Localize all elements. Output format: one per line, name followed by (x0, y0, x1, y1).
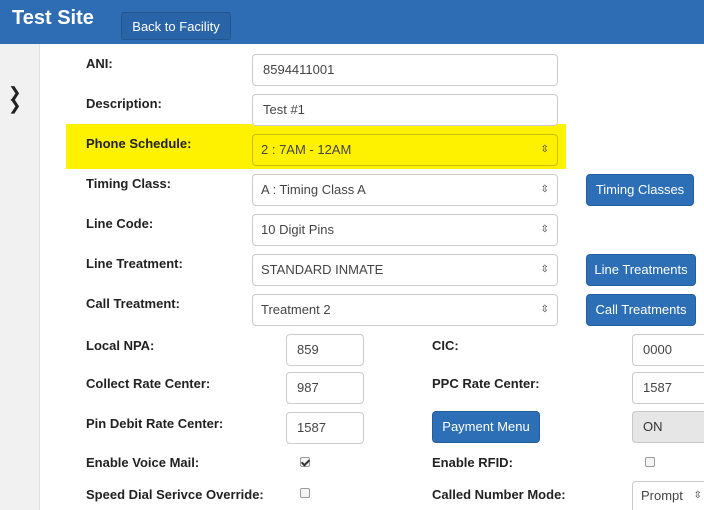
enable-rfid-checkbox[interactable] (645, 457, 655, 467)
call-treatments-button[interactable]: Call Treatments (586, 294, 696, 326)
enable-rfid-label: Enable RFID: (432, 455, 513, 470)
select-arrows-icon: ⇳ (540, 144, 549, 155)
site-title: Test Site (12, 7, 94, 29)
back-to-facility-button[interactable]: Back to Facility (121, 12, 231, 40)
description-label: Description: (86, 96, 162, 111)
ani-input[interactable]: 8594411001 (252, 54, 558, 86)
enable-voice-mail-checkbox[interactable] (300, 457, 310, 467)
payment-menu-toggle[interactable]: ON (632, 411, 704, 443)
line-code-value: 10 Digit Pins (261, 222, 334, 237)
description-input[interactable]: Test #1 (252, 94, 558, 126)
line-treatments-button[interactable]: Line Treatments (586, 254, 696, 286)
called-number-mode-value: Prompt (641, 488, 683, 503)
select-arrows-icon: ⇳ (693, 490, 702, 501)
line-code-select[interactable]: 10 Digit Pins ⇳ (252, 214, 558, 246)
call-treatment-select[interactable]: Treatment 2 ⇳ (252, 294, 558, 326)
select-arrows-icon: ⇳ (540, 184, 549, 195)
ppc-rate-center-label: PPC Rate Center: (432, 376, 540, 391)
collect-rate-center-label: Collect Rate Center: (86, 376, 211, 391)
line-treatment-label: Line Treatment: (86, 256, 183, 271)
select-arrows-icon: ⇳ (540, 304, 549, 315)
cic-input[interactable]: 0000 (632, 334, 704, 366)
speed-dial-override-label: Speed Dial Serivce Override: (86, 487, 264, 502)
call-treatment-label: Call Treatment: (86, 296, 180, 311)
local-npa-label: Local NPA: (86, 338, 155, 353)
called-number-mode-label: Called Number Mode: (432, 487, 566, 502)
select-arrows-icon: ⇳ (540, 224, 549, 235)
timing-classes-button[interactable]: Timing Classes (586, 174, 694, 206)
sidebar: ❯ ❯ (0, 44, 40, 510)
line-code-label: Line Code: (86, 216, 154, 231)
local-npa-input[interactable]: 859 (286, 334, 364, 366)
line-treatment-select[interactable]: STANDARD INMATE ⇳ (252, 254, 558, 286)
collect-rate-center-input[interactable]: 987 (286, 372, 364, 404)
ani-label: ANI: (86, 56, 113, 71)
timing-class-select[interactable]: A : Timing Class A ⇳ (252, 174, 558, 206)
timing-class-label: Timing Class: (86, 176, 172, 191)
enable-voice-mail-label: Enable Voice Mail: (86, 455, 200, 470)
phone-schedule-label: Phone Schedule: (86, 136, 192, 151)
cic-label: CIC: (432, 338, 459, 353)
timing-class-value: A : Timing Class A (261, 182, 366, 197)
pin-debit-rate-center-label: Pin Debit Rate Center: (86, 416, 224, 431)
called-number-mode-select[interactable]: Prompt ⇳ (632, 481, 704, 510)
speed-dial-override-checkbox[interactable] (300, 488, 310, 498)
line-treatment-value: STANDARD INMATE (261, 262, 384, 277)
top-header-bar: Test Site Back to Facility (0, 0, 704, 44)
phone-schedule-value: 2 : 7AM - 12AM (261, 142, 352, 157)
call-treatment-value: Treatment 2 (261, 302, 331, 317)
ppc-rate-center-input[interactable]: 1587 (632, 372, 704, 404)
payment-menu-button[interactable]: Payment Menu (432, 411, 540, 443)
select-arrows-icon: ⇳ (540, 264, 549, 275)
pin-debit-rate-center-input[interactable]: 1587 (286, 412, 364, 444)
phone-schedule-select[interactable]: 2 : 7AM - 12AM ⇳ (252, 134, 558, 166)
chevron-right-icon[interactable]: ❯ (9, 98, 21, 112)
